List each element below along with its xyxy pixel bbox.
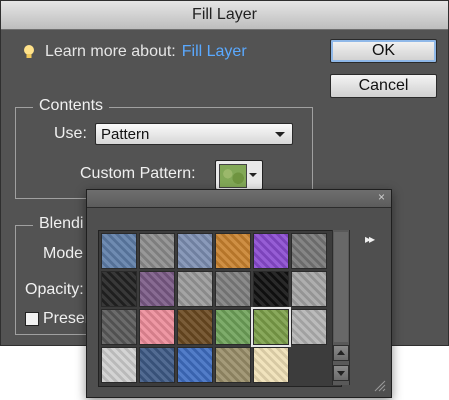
cancel-button[interactable]: Cancel	[330, 74, 437, 98]
use-label: Use:	[54, 125, 87, 142]
learn-more-link[interactable]: Fill Layer	[182, 43, 247, 61]
learn-more-row: Learn more about: Fill Layer	[23, 43, 247, 61]
use-select[interactable]: Pattern	[95, 123, 293, 145]
contents-group-title: Contents	[33, 97, 110, 115]
contents-group	[15, 107, 313, 199]
pattern-tile-black-white-stripes[interactable]	[253, 271, 289, 307]
preserve-transparency-label: Preser	[43, 310, 91, 327]
dialog-title-bar[interactable]: Fill Layer	[1, 1, 448, 30]
opacity-label: Opacity:	[25, 281, 84, 298]
pattern-scrollbar[interactable]	[332, 230, 350, 385]
pattern-tile-colorful-waves[interactable]	[139, 271, 175, 307]
pattern-picker-popup: × ▸▸	[86, 189, 392, 398]
use-select-value: Pattern	[101, 125, 150, 143]
pattern-swatch-preview	[219, 164, 247, 188]
pattern-tile-blue-water[interactable]	[177, 347, 213, 383]
pattern-tile-zebra[interactable]	[101, 309, 137, 345]
pattern-tile-bubbles[interactable]	[101, 233, 137, 269]
cancel-button-label: Cancel	[358, 77, 409, 94]
pattern-tile-rainbow[interactable]	[253, 233, 289, 269]
pattern-tile-checker-wave[interactable]	[101, 271, 137, 307]
picker-title-bar[interactable]: ×	[87, 190, 391, 208]
blending-group-title: Blendi	[33, 215, 90, 233]
scroll-down-arrow-icon[interactable]	[333, 365, 349, 381]
custom-pattern-picker-button[interactable]	[215, 160, 263, 190]
pattern-tile-orange-paper[interactable]	[215, 233, 251, 269]
resize-grip-icon[interactable]	[373, 379, 387, 393]
pattern-grid	[98, 230, 342, 387]
pattern-tile-light-granite[interactable]	[101, 347, 137, 383]
pattern-tile-gray-speckle[interactable]	[215, 271, 251, 307]
picker-menu-icon[interactable]: ▸▸	[365, 232, 375, 246]
dialog-title: Fill Layer	[192, 6, 257, 23]
pattern-tile-gray-stones[interactable]	[291, 233, 327, 269]
learn-more-prefix: Learn more about:	[45, 43, 176, 60]
pattern-tile-cream-paper[interactable]	[253, 347, 289, 383]
pattern-tile-pink[interactable]	[139, 309, 175, 345]
chevron-down-icon	[249, 173, 257, 177]
pattern-tile-gray-noise[interactable]	[139, 233, 175, 269]
close-icon[interactable]: ×	[378, 190, 385, 204]
pattern-tile-denim[interactable]	[139, 347, 175, 383]
scrollbar-thumb[interactable]	[334, 232, 348, 342]
pattern-tile-brown-leather[interactable]	[177, 309, 213, 345]
pattern-tile-green-leaves[interactable]	[215, 309, 251, 345]
pattern-tile-gray-clouds[interactable]	[291, 271, 327, 307]
ok-button-label: OK	[371, 42, 396, 59]
chevron-down-icon	[275, 132, 285, 137]
preserve-transparency-checkbox[interactable]	[25, 312, 39, 326]
scroll-up-arrow-icon[interactable]	[333, 345, 349, 361]
pattern-tile-tan-rock[interactable]	[215, 347, 251, 383]
pattern-tile-grass[interactable]	[253, 309, 289, 345]
ok-button[interactable]: OK	[330, 39, 437, 63]
pattern-tile-blue-fabric[interactable]	[177, 233, 213, 269]
pattern-tile-gray-granite[interactable]	[291, 309, 327, 345]
pattern-tile-gray-blur[interactable]	[177, 271, 213, 307]
custom-pattern-label: Custom Pattern:	[80, 165, 196, 182]
lightbulb-icon	[24, 45, 34, 58]
mode-label: Mode	[43, 245, 84, 262]
